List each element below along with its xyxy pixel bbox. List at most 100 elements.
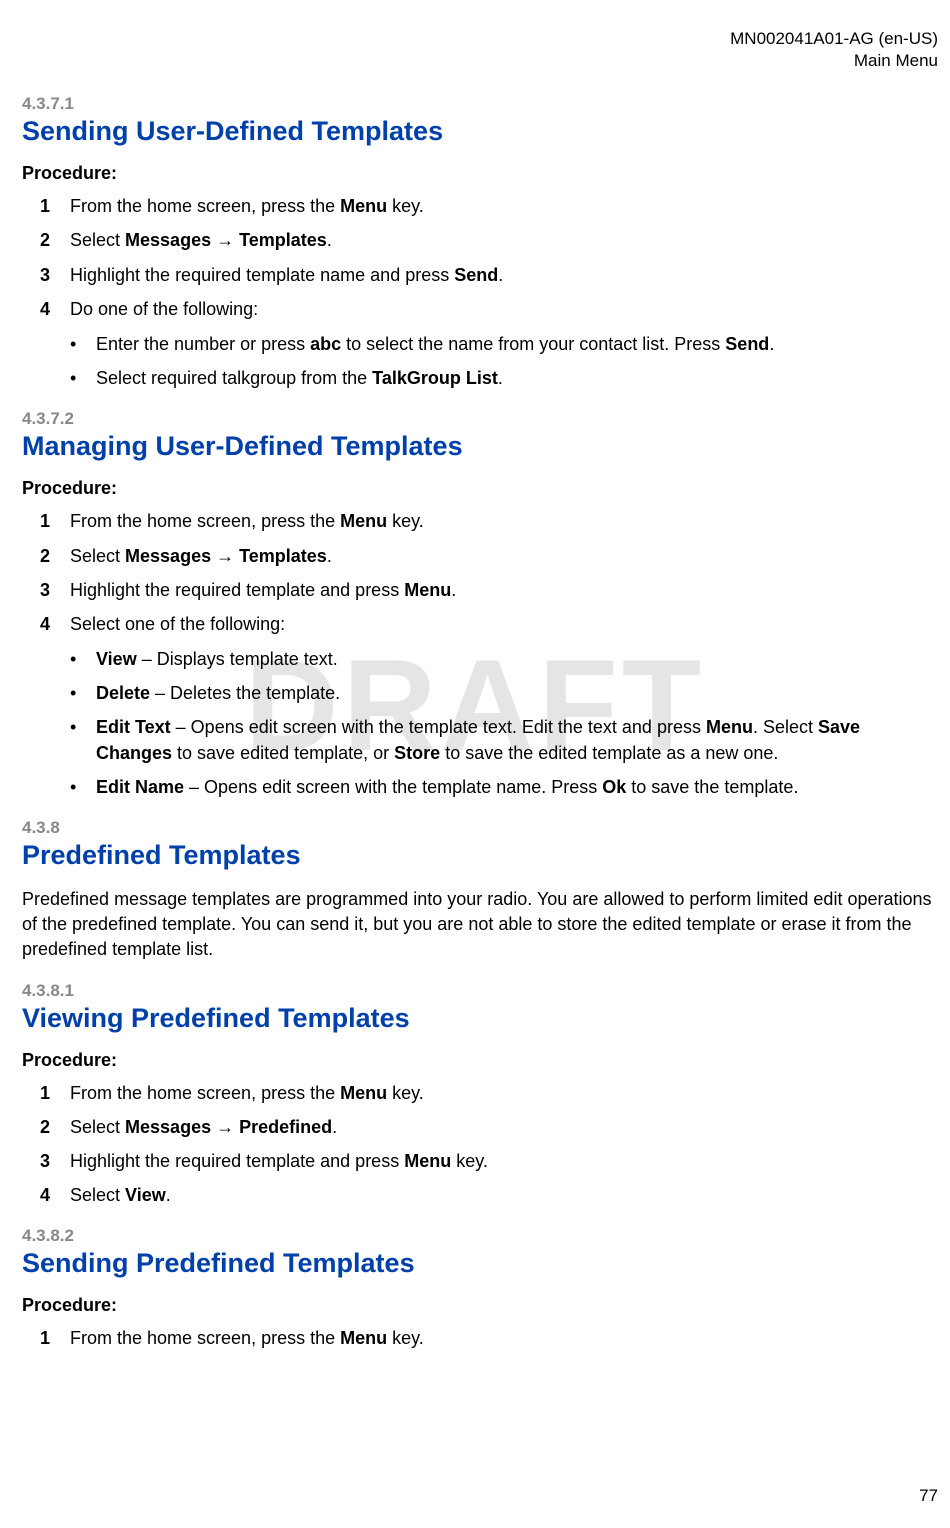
send-key: Send	[725, 334, 769, 354]
menu-key: Menu	[404, 580, 451, 600]
arrow: →	[211, 546, 239, 566]
procedure-steps: From the home screen, press the Menu key…	[40, 1326, 938, 1351]
step-text: Select	[70, 1117, 125, 1137]
step: From the home screen, press the Menu key…	[40, 1326, 938, 1351]
step: Select View.	[40, 1183, 938, 1208]
step: Select Messages → Templates.	[40, 228, 938, 253]
step-text: Do one of the following:	[70, 299, 258, 319]
bullet-item: Edit Name – Opens edit screen with the t…	[70, 775, 938, 800]
menu-path: Templates	[239, 230, 327, 250]
step-text: key.	[387, 1328, 424, 1348]
step: Highlight the required template name and…	[40, 263, 938, 288]
step-text: Select	[70, 546, 125, 566]
bullet-text: – Opens edit screen with the template na…	[184, 777, 602, 797]
talkgroup-list: TalkGroup List	[372, 368, 498, 388]
step-text: From the home screen, press the	[70, 1328, 340, 1348]
menu-key: Menu	[340, 1083, 387, 1103]
bullet-text: – Opens edit screen with the template te…	[171, 717, 706, 737]
step-text: key.	[451, 1151, 488, 1171]
step-text: .	[327, 230, 332, 250]
bullet-text: to save the edited template as a new one…	[440, 743, 778, 763]
section-title: Managing User-Defined Templates	[22, 431, 938, 462]
bullet-item: Delete – Deletes the template.	[70, 681, 938, 706]
procedure-steps: From the home screen, press the Menu key…	[40, 509, 938, 637]
section-title: Viewing Predefined Templates	[22, 1003, 938, 1034]
page: DRAFT MN002041A01-AG (en-US) Main Menu 4…	[0, 0, 950, 1528]
send-key: Send	[454, 265, 498, 285]
step-text: .	[166, 1185, 171, 1205]
step: From the home screen, press the Menu key…	[40, 194, 938, 219]
delete-option: Delete	[96, 683, 150, 703]
step: From the home screen, press the Menu key…	[40, 509, 938, 534]
step-text: .	[332, 1117, 337, 1137]
doc-id: MN002041A01-AG (en-US)	[22, 28, 938, 50]
procedure-label: Procedure:	[22, 478, 938, 499]
step-text: Select one of the following:	[70, 614, 285, 634]
step: Select one of the following:	[40, 612, 938, 637]
step: From the home screen, press the Menu key…	[40, 1081, 938, 1106]
step-text: .	[451, 580, 456, 600]
bullet-list: Enter the number or press abc to select …	[70, 332, 938, 391]
section-title: Predefined Templates	[22, 840, 938, 871]
bullet-text: – Displays template text.	[137, 649, 338, 669]
procedure-label: Procedure:	[22, 1295, 938, 1316]
procedure-steps: From the home screen, press the Menu key…	[40, 194, 938, 322]
step: Highlight the required template and pres…	[40, 578, 938, 603]
bullet-text: to select the name from your contact lis…	[341, 334, 725, 354]
step: Select Messages → Predefined.	[40, 1115, 938, 1140]
bullet-text: Enter the number or press	[96, 334, 310, 354]
bullet-item: Enter the number or press abc to select …	[70, 332, 938, 357]
section-number: 4.3.7.1	[22, 94, 938, 114]
menu-key: Menu	[340, 196, 387, 216]
menu-path: Messages	[125, 546, 211, 566]
step: Do one of the following:	[40, 297, 938, 322]
section-number: 4.3.8.1	[22, 981, 938, 1001]
bullet-text: to save the template.	[626, 777, 798, 797]
step-text: From the home screen, press the	[70, 196, 340, 216]
bullet-text: .	[769, 334, 774, 354]
bullet-item: View – Displays template text.	[70, 647, 938, 672]
step-text: Select	[70, 230, 125, 250]
bullet-item: Edit Text – Opens edit screen with the t…	[70, 715, 938, 765]
menu-key: Menu	[340, 511, 387, 531]
step-text: key.	[387, 196, 424, 216]
step-text: .	[327, 546, 332, 566]
header-section: Main Menu	[22, 50, 938, 72]
bullet-item: Select required talkgroup from the TalkG…	[70, 366, 938, 391]
step-text: .	[498, 265, 503, 285]
menu-path: Predefined	[239, 1117, 332, 1137]
store-option: Store	[394, 743, 440, 763]
section-number: 4.3.8.2	[22, 1226, 938, 1246]
step-text: key.	[387, 511, 424, 531]
edit-name-option: Edit Name	[96, 777, 184, 797]
page-number: 77	[919, 1486, 938, 1506]
section-number: 4.3.8	[22, 818, 938, 838]
arrow: →	[211, 1117, 239, 1137]
menu-key: Menu	[706, 717, 753, 737]
procedure-label: Procedure:	[22, 1050, 938, 1071]
menu-path: Messages	[125, 1117, 211, 1137]
menu-key: Menu	[340, 1328, 387, 1348]
step-text: Highlight the required template and pres…	[70, 1151, 404, 1171]
step-text: Highlight the required template and pres…	[70, 580, 404, 600]
bullet-text: Select required talkgroup from the	[96, 368, 372, 388]
menu-path: Templates	[239, 546, 327, 566]
bullet-text: to save edited template, or	[172, 743, 394, 763]
procedure-steps: From the home screen, press the Menu key…	[40, 1081, 938, 1209]
step-text: key.	[387, 1083, 424, 1103]
procedure-label: Procedure:	[22, 163, 938, 184]
bullet-text: . Select	[753, 717, 818, 737]
ok-key: Ok	[602, 777, 626, 797]
bullet-list: View – Displays template text. Delete – …	[70, 647, 938, 800]
step-text: From the home screen, press the	[70, 511, 340, 531]
view-option: View	[96, 649, 137, 669]
body-paragraph: Predefined message templates are program…	[22, 887, 938, 963]
step-text: Select	[70, 1185, 125, 1205]
menu-path: Messages	[125, 230, 211, 250]
menu-key: Menu	[404, 1151, 451, 1171]
section-number: 4.3.7.2	[22, 409, 938, 429]
page-header: MN002041A01-AG (en-US) Main Menu	[22, 28, 938, 72]
section-title: Sending User-Defined Templates	[22, 116, 938, 147]
step-text: Highlight the required template name and…	[70, 265, 454, 285]
bullet-text: .	[498, 368, 503, 388]
